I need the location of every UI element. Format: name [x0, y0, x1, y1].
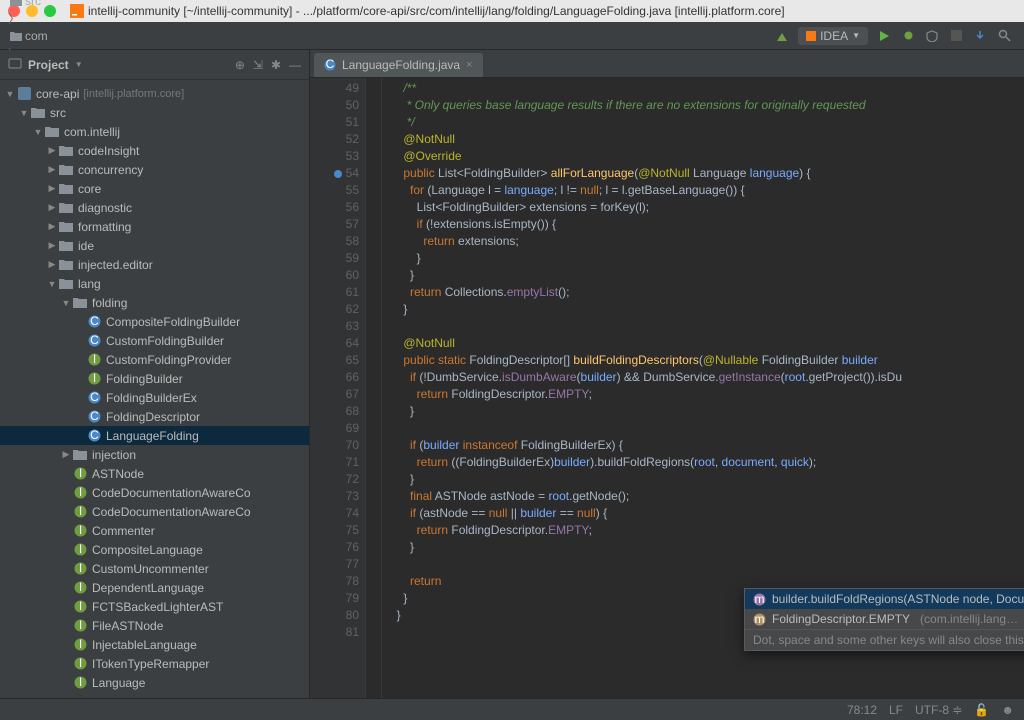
tree-item-ITokenTypeRemapper[interactable]: IITokenTypeRemapper [0, 654, 309, 673]
caret-position[interactable]: 78:12 [847, 703, 877, 717]
tree-item-CodeDocumentationAwareCo[interactable]: ICodeDocumentationAwareCo [0, 483, 309, 502]
project-tree[interactable]: ▼core-api[intellij.platform.core]▼src▼co… [0, 80, 309, 698]
close-icon[interactable]: × [466, 59, 472, 71]
tree-item-FoldingDescriptor[interactable]: CFoldingDescriptor [0, 407, 309, 426]
tree-item-InjectableLanguage[interactable]: IInjectableLanguage [0, 635, 309, 654]
tree-item-diagnostic[interactable]: ▶diagnostic [0, 198, 309, 217]
file-encoding[interactable]: UTF-8 ≑ [915, 703, 962, 717]
svg-text:I: I [78, 581, 81, 594]
line-separator[interactable]: LF [889, 703, 903, 717]
tree-item-Commenter[interactable]: ICommenter [0, 521, 309, 540]
svg-text:I: I [78, 486, 81, 499]
status-bar: 78:12 LF UTF-8 ≑ 🔓 ☻ [0, 698, 1024, 720]
tree-item-injected.editor[interactable]: ▶injected.editor [0, 255, 309, 274]
svg-text:I: I [78, 676, 81, 689]
svg-text:m: m [755, 593, 765, 606]
navigation-bar: intellij-community〉platform〉core-api〉src… [0, 22, 1024, 50]
completion-hint: Dot, space and some other keys will also… [745, 629, 1024, 650]
tree-item-formatting[interactable]: ▶formatting [0, 217, 309, 236]
inspection-icon[interactable]: ☻ [1001, 703, 1014, 717]
svg-text:m: m [755, 613, 765, 626]
debug-button[interactable] [900, 28, 916, 44]
stop-button[interactable] [948, 28, 964, 44]
scroll-from-source-icon[interactable]: ⊕ [235, 58, 245, 72]
window-title: intellij-community [~/intellij-community… [88, 4, 785, 18]
editor-tabs: C LanguageFolding.java × [310, 50, 1024, 78]
completion-popup[interactable]: mbuilder.buildFoldRegions(ASTNode node, … [744, 588, 1024, 651]
tab-languagefolding[interactable]: C LanguageFolding.java × [314, 53, 483, 77]
tree-item-codeInsight[interactable]: ▶codeInsight [0, 141, 309, 160]
svg-text:C: C [326, 59, 335, 71]
fold-column[interactable] [366, 78, 382, 698]
collapse-all-icon[interactable]: ⇲ [253, 58, 263, 72]
tree-item-ASTNode[interactable]: IASTNode [0, 464, 309, 483]
tree-item-CustomUncommenter[interactable]: ICustomUncommenter [0, 559, 309, 578]
completion-item[interactable]: mbuilder.buildFoldRegions(ASTNode node, … [745, 589, 1024, 609]
svg-text:I: I [78, 524, 81, 537]
svg-text:C: C [90, 391, 99, 404]
tree-item-lang[interactable]: ▼lang [0, 274, 309, 293]
svg-text:I: I [78, 505, 81, 518]
gutter[interactable]: 4950515253545556575859606162636465666768… [310, 78, 366, 698]
svg-text:I: I [78, 600, 81, 613]
tree-item-CustomFoldingProvider[interactable]: ICustomFoldingProvider [0, 350, 309, 369]
tree-item-injection[interactable]: ▶injection [0, 445, 309, 464]
svg-text:I: I [92, 372, 95, 385]
project-tool-title: Project [28, 58, 69, 72]
tree-item-DependentLanguage[interactable]: IDependentLanguage [0, 578, 309, 597]
tree-item-CustomFoldingBuilder[interactable]: CCustomFoldingBuilder [0, 331, 309, 350]
tree-item-ide[interactable]: ▶ide [0, 236, 309, 255]
build-icon[interactable] [774, 28, 790, 44]
run-button[interactable] [876, 28, 892, 44]
tool-window-icon [8, 56, 22, 73]
hide-tool-icon[interactable]: — [289, 58, 301, 72]
run-config-selector[interactable]: IDEA ▼ [798, 27, 868, 45]
svg-text:I: I [78, 619, 81, 632]
gear-icon[interactable]: ✱ [271, 58, 281, 72]
svg-text:I: I [78, 543, 81, 556]
svg-text:I: I [78, 638, 81, 651]
tree-item-CompositeLanguage[interactable]: ICompositeLanguage [0, 540, 309, 559]
breadcrumb-com[interactable]: com [6, 27, 121, 45]
coverage-button[interactable] [924, 28, 940, 44]
svg-text:C: C [90, 429, 99, 442]
svg-text:I: I [78, 562, 81, 575]
tree-item-FileASTNode[interactable]: IFileASTNode [0, 616, 309, 635]
svg-text:I: I [78, 657, 81, 670]
svg-text:C: C [90, 334, 99, 347]
svg-text:C: C [90, 410, 99, 423]
svg-text:I: I [78, 467, 81, 480]
readonly-icon[interactable]: 🔓 [974, 703, 989, 717]
tree-item-FCTSBackedLighterAST[interactable]: IFCTSBackedLighterAST [0, 597, 309, 616]
tree-item-CodeDocumentationAwareCo[interactable]: ICodeDocumentationAwareCo [0, 502, 309, 521]
tree-item-core-api[interactable]: ▼core-api[intellij.platform.core] [0, 84, 309, 103]
vcs-update-icon[interactable] [972, 28, 988, 44]
titlebar: intellij-community [~/intellij-community… [0, 0, 1024, 22]
svg-text:I: I [92, 353, 95, 366]
search-icon[interactable] [996, 28, 1012, 44]
breadcrumb-src[interactable]: src [6, 0, 121, 10]
completion-item[interactable]: mFoldingDescriptor.EMPTY(com.intellij.la… [745, 609, 1024, 629]
tree-item-FoldingBuilder[interactable]: IFoldingBuilder [0, 369, 309, 388]
tree-item-Language[interactable]: ILanguage [0, 673, 309, 692]
project-tool-window: Project ▼ ⊕ ⇲ ✱ — ▼core-api[intellij.pla… [0, 50, 310, 698]
code-editor[interactable]: 4950515253545556575859606162636465666768… [310, 78, 1024, 698]
tree-item-CompositeFoldingBuilder[interactable]: CCompositeFoldingBuilder [0, 312, 309, 331]
tree-item-folding[interactable]: ▼folding [0, 293, 309, 312]
tree-item-core[interactable]: ▶core [0, 179, 309, 198]
tree-item-FoldingBuilderEx[interactable]: CFoldingBuilderEx [0, 388, 309, 407]
svg-text:C: C [90, 315, 99, 328]
tree-item-LanguageFolding[interactable]: CLanguageFolding [0, 426, 309, 445]
tree-item-com.intellij[interactable]: ▼com.intellij [0, 122, 309, 141]
tree-item-src[interactable]: ▼src [0, 103, 309, 122]
tree-item-concurrency[interactable]: ▶concurrency [0, 160, 309, 179]
